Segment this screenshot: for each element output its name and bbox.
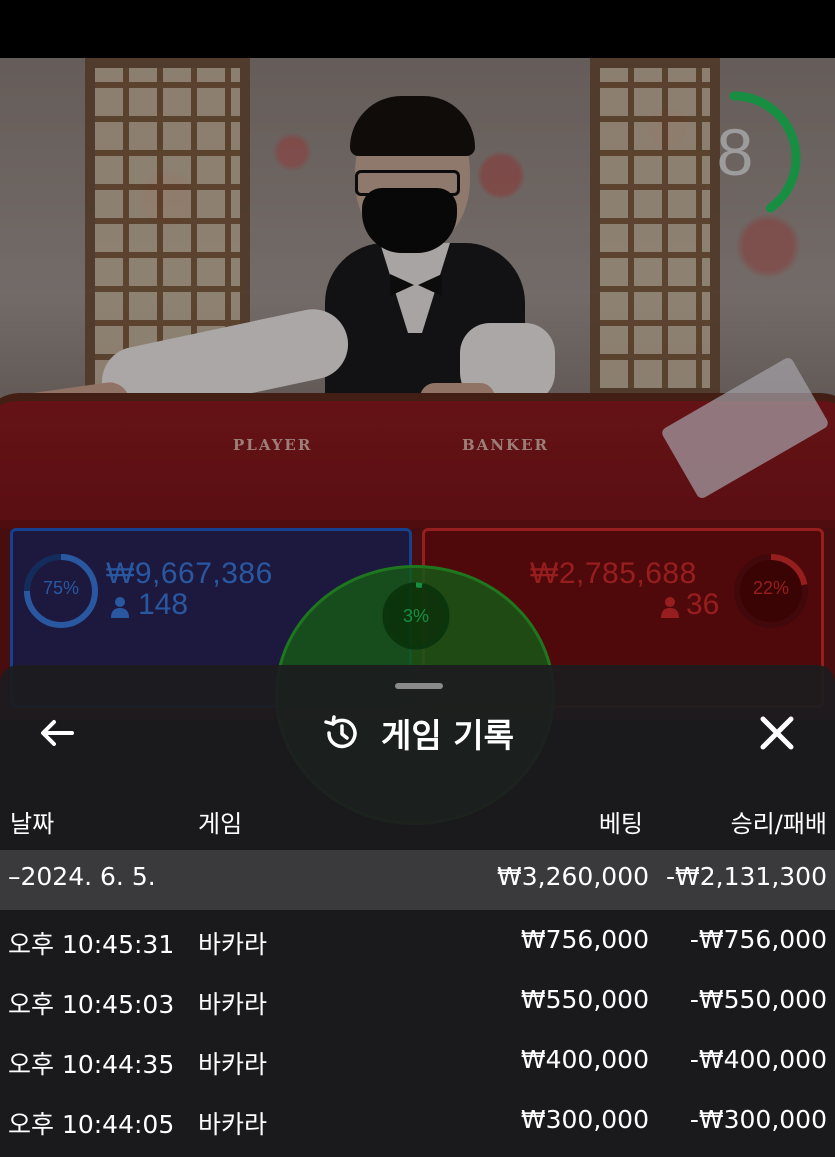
history-table-header: 날짜 게임 베팅 승리/패배 [0, 800, 835, 848]
game-history-sheet: 게임 기록 날짜 게임 베팅 승리/패배 –2024. 6. 5. ₩3,260… [0, 665, 835, 1157]
column-result: 승리/패배 [730, 810, 827, 838]
row-game: 바카라 [198, 1110, 268, 1139]
row-bet: ₩756,000 [520, 925, 649, 954]
row-time: 오후 10:45:31 [8, 930, 175, 959]
row-game: 바카라 [198, 930, 268, 959]
history-row[interactable]: 오후 10:45:03 바카라 ₩550,000 -₩550,000 [0, 973, 835, 1033]
summary-bet-total: ₩3,260,000 [497, 862, 649, 891]
row-bet: ₩550,000 [520, 985, 649, 1014]
row-bet: ₩300,000 [520, 1105, 649, 1134]
close-icon [760, 716, 794, 750]
history-row[interactable]: 오후 10:44:05 바카라 ₩300,000 -₩300,000 [0, 1093, 835, 1153]
history-clock-icon [324, 715, 357, 749]
row-result: -₩400,000 [689, 1045, 827, 1074]
row-result: -₩756,000 [689, 925, 827, 954]
row-result: -₩550,000 [689, 985, 827, 1014]
column-date: 날짜 [10, 810, 55, 838]
row-game: 바카라 [198, 1050, 268, 1079]
column-bet: 베팅 [598, 810, 643, 838]
row-bet: ₩400,000 [520, 1045, 649, 1074]
row-time: 오후 10:44:05 [8, 1110, 175, 1139]
date-summary-row[interactable]: –2024. 6. 5. ₩3,260,000 -₩2,131,300 [0, 850, 835, 910]
history-row[interactable]: 오후 10:45:31 바카라 ₩756,000 -₩756,000 [0, 913, 835, 973]
close-button[interactable] [755, 711, 799, 755]
sheet-header: 게임 기록 [0, 709, 835, 757]
summary-date: –2024. 6. 5. [8, 862, 156, 891]
row-game: 바카라 [198, 990, 268, 1019]
summary-result-total: -₩2,131,300 [666, 862, 827, 891]
history-row[interactable]: 오후 10:44:35 바카라 ₩400,000 -₩400,000 [0, 1033, 835, 1093]
column-game: 게임 [198, 810, 243, 838]
sheet-drag-handle[interactable] [395, 683, 443, 689]
row-result: -₩300,000 [689, 1105, 827, 1134]
row-time: 오후 10:44:35 [8, 1050, 175, 1079]
sheet-title: 게임 기록 [381, 716, 514, 755]
row-time: 오후 10:45:03 [8, 990, 175, 1019]
